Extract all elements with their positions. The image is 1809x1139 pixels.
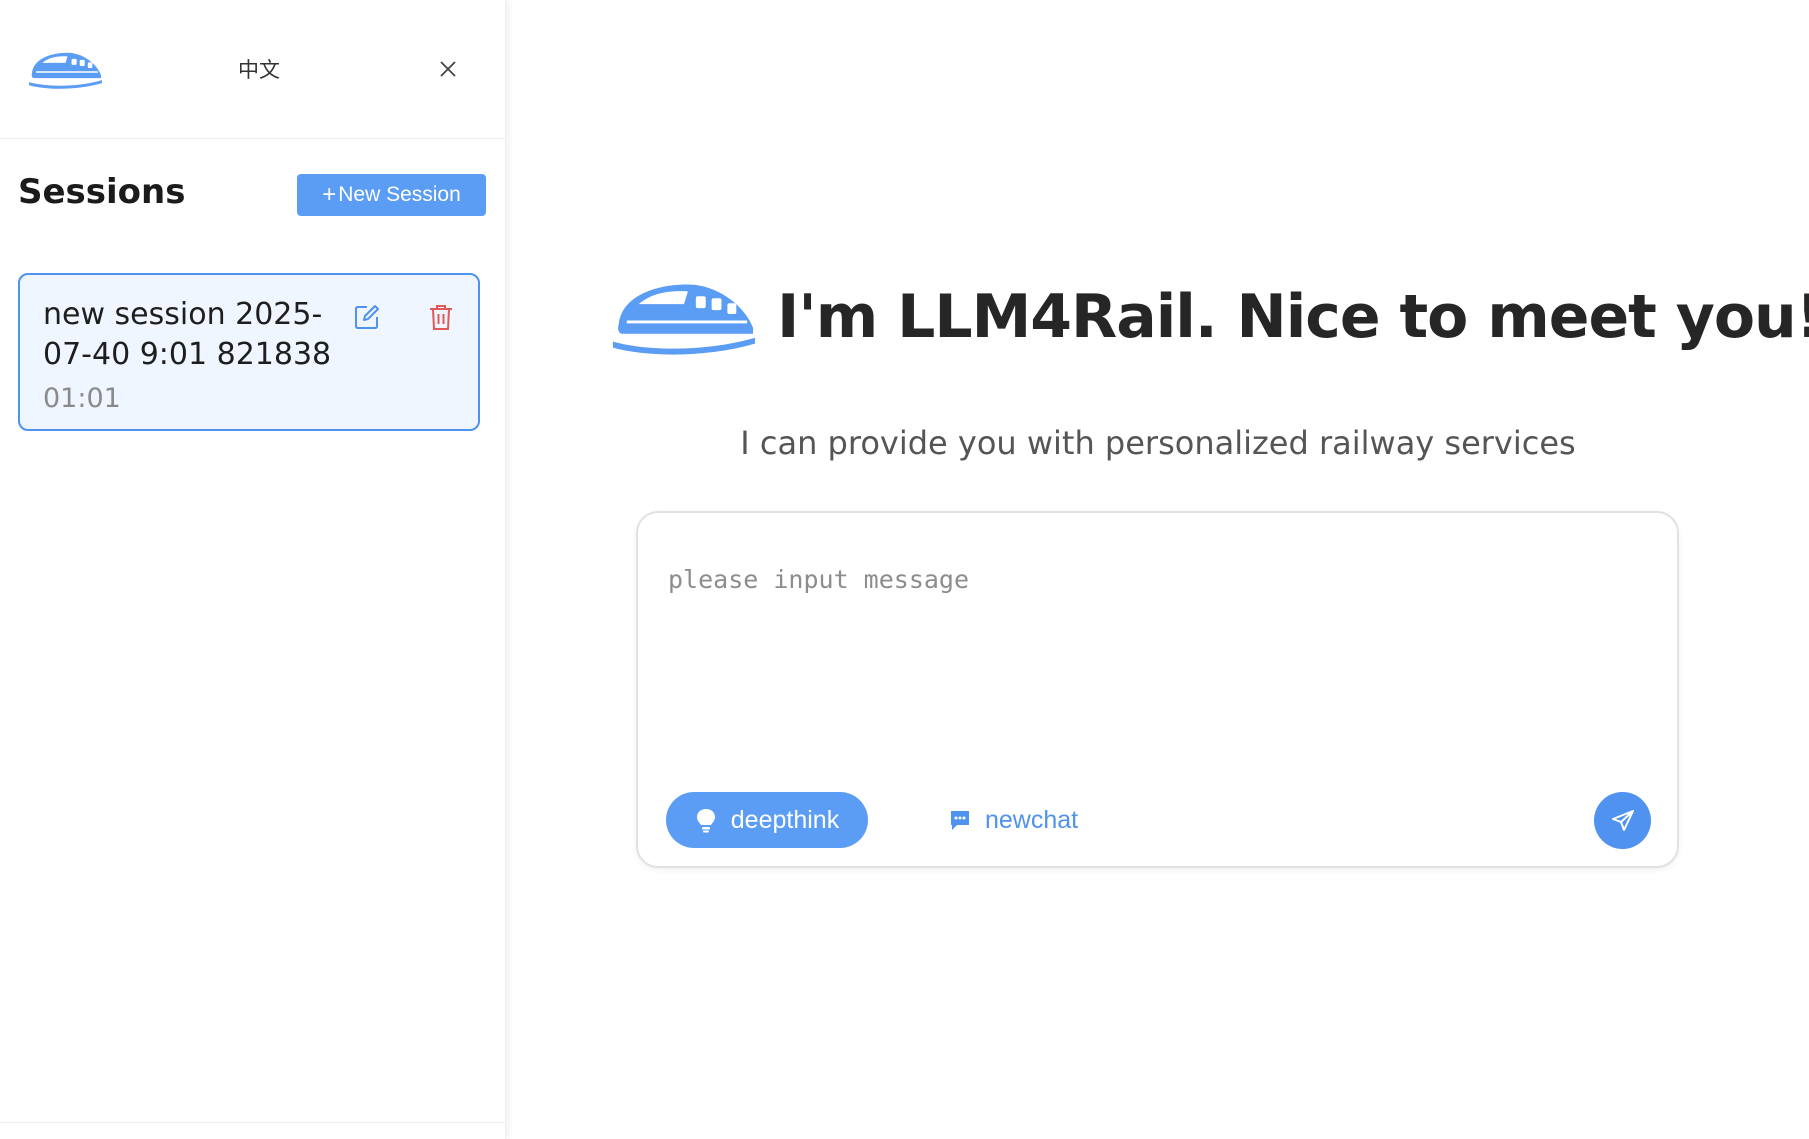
deepthink-label: deepthink (730, 805, 840, 834)
bulb-icon (696, 809, 715, 833)
session-time: 01:01 (43, 383, 121, 414)
send-icon (1611, 809, 1634, 831)
plus-icon: + (322, 181, 337, 208)
edit-icon[interactable] (353, 303, 381, 331)
sidebar-divider (0, 1122, 505, 1123)
chat-composer: deepthink newchat (636, 511, 1679, 868)
session-title: new session 2025-07-40 9:01 821838 (43, 297, 332, 372)
page-subtitle: I can provide you with personalized rail… (740, 424, 1576, 462)
session-item[interactable]: new session 2025-07-40 9:01 821838 01:01 (18, 273, 480, 431)
sessions-title: Sessions (18, 172, 186, 212)
train-icon (29, 52, 102, 89)
new-session-button[interactable]: + New Session (297, 174, 486, 216)
chat-bubble-icon (951, 811, 969, 830)
page-title: I'm LLM4Rail. Nice to meet you! (777, 282, 1809, 352)
sidebar: 中文 Sessions + New Session new session 20… (0, 0, 506, 1139)
newchat-label: newchat (985, 805, 1079, 834)
newchat-button[interactable]: newchat (943, 798, 1084, 842)
new-session-label: New Session (338, 183, 461, 206)
trash-icon[interactable] (428, 303, 454, 331)
language-toggle[interactable]: 中文 (238, 54, 280, 84)
deepthink-button[interactable]: deepthink (666, 792, 868, 848)
sidebar-header: 中文 (0, 0, 505, 139)
train-icon (612, 284, 756, 355)
close-icon[interactable] (436, 57, 460, 81)
send-button[interactable] (1594, 792, 1651, 849)
message-input[interactable] (666, 563, 1650, 727)
